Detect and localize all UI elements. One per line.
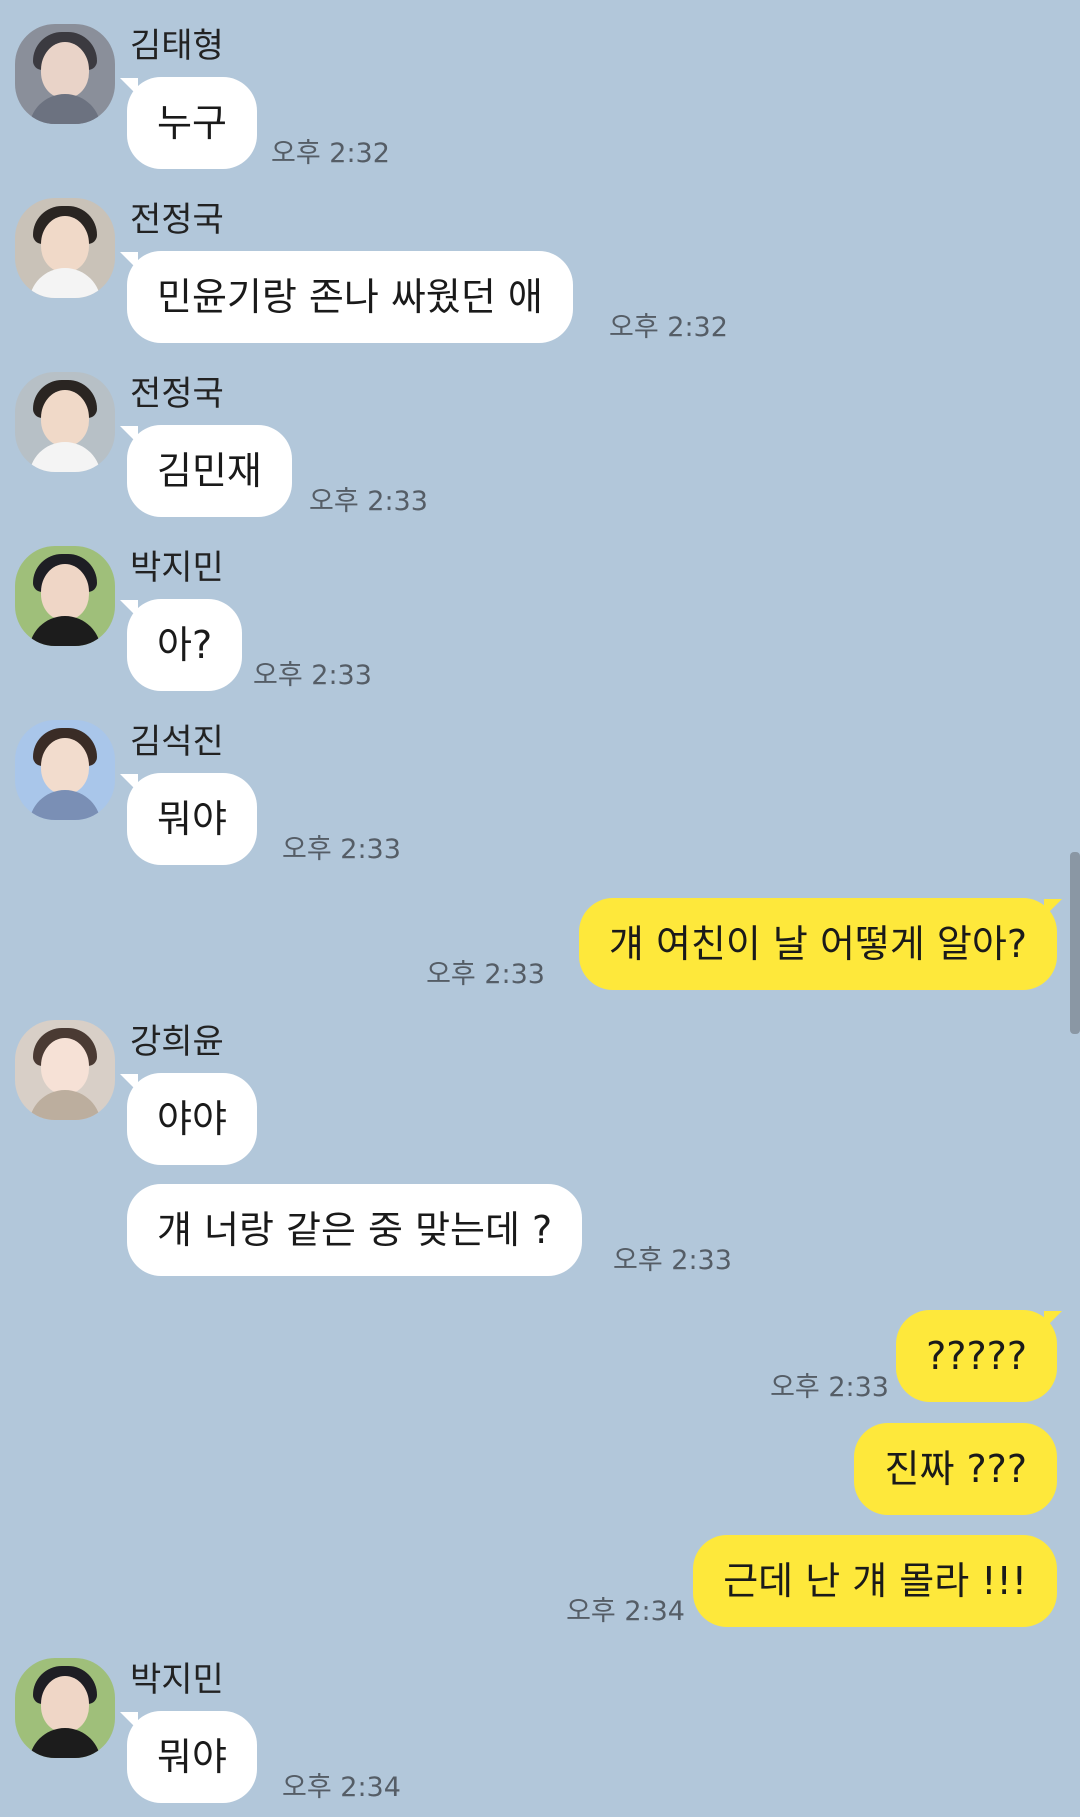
bubble-tail	[1044, 899, 1062, 917]
scrollbar[interactable]	[1070, 852, 1080, 1034]
sent-message-bubble[interactable]: 진짜 ???	[854, 1423, 1057, 1515]
profile-avatar[interactable]	[15, 720, 115, 820]
bubble-tail	[1044, 1311, 1062, 1329]
message-bubble[interactable]: 민윤기랑 존나 싸웠던 애	[127, 251, 573, 343]
message-timestamp: 오후 2:32	[609, 312, 728, 343]
sender-name: 김태형	[130, 26, 224, 66]
message-timestamp: 오후 2:34	[566, 1596, 685, 1627]
profile-avatar[interactable]	[15, 1020, 115, 1120]
message-bubble[interactable]: 누구	[127, 77, 257, 169]
message-timestamp: 오후 2:33	[309, 486, 428, 517]
message-timestamp: 오후 2:33	[613, 1245, 732, 1276]
message-timestamp: 오후 2:33	[770, 1372, 889, 1403]
message-timestamp: 오후 2:33	[282, 834, 401, 865]
message-timestamp: 오후 2:33	[426, 959, 545, 990]
profile-avatar[interactable]	[15, 24, 115, 124]
sent-message-bubble[interactable]: ?????	[896, 1310, 1057, 1402]
sent-message-bubble[interactable]: 근데 난 걔 몰라 !!!	[693, 1535, 1057, 1627]
message-timestamp: 오후 2:34	[282, 1772, 401, 1803]
sender-name: 김석진	[130, 722, 224, 762]
sender-name: 박지민	[130, 548, 224, 588]
profile-avatar[interactable]	[15, 198, 115, 298]
message-timestamp: 오후 2:33	[253, 660, 372, 691]
message-bubble[interactable]: 뭐야	[127, 1711, 257, 1803]
sender-name: 전정국	[130, 200, 224, 240]
chat-room[interactable]: 김태형 누구 오후 2:32 전정국 민윤기랑 존나 싸웠던 애 오후 2:32…	[0, 0, 1080, 1817]
message-bubble[interactable]: 걔 너랑 같은 중 맞는데 ?	[127, 1184, 583, 1276]
message-bubble[interactable]: 김민재	[127, 425, 292, 517]
sender-name: 박지민	[130, 1660, 224, 1700]
sent-message-bubble[interactable]: 걔 여친이 날 어떻게 알아?	[578, 898, 1057, 990]
profile-avatar[interactable]	[15, 546, 115, 646]
message-timestamp: 오후 2:32	[271, 138, 390, 169]
sender-name: 강희윤	[130, 1022, 224, 1062]
message-bubble[interactable]: 뭐야	[127, 773, 257, 865]
message-bubble[interactable]: 야야	[127, 1073, 257, 1165]
message-bubble[interactable]: 아?	[127, 599, 243, 691]
profile-avatar[interactable]	[15, 1658, 115, 1758]
sender-name: 전정국	[130, 374, 224, 414]
profile-avatar[interactable]	[15, 372, 115, 472]
